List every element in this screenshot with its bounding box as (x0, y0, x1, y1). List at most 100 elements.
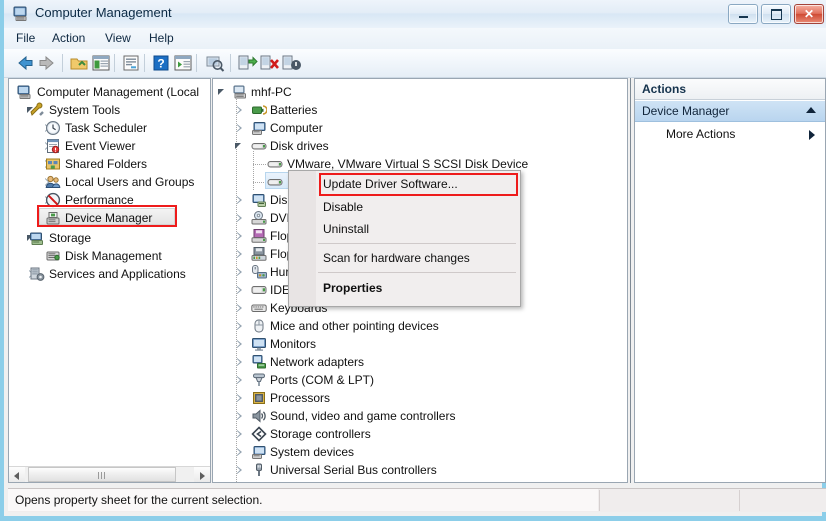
context-menu-item-uninstall[interactable]: Uninstall (316, 219, 520, 240)
chevron-up-icon[interactable] (806, 107, 816, 113)
scroll-right-arrow-icon[interactable] (194, 467, 210, 482)
console-tree-pane[interactable]: Computer Management (Local System Tools … (8, 78, 211, 483)
twisty-collapsed-icon[interactable] (235, 321, 245, 331)
batteries-icon (252, 105, 267, 115)
actions-item-more-actions[interactable]: More Actions (635, 123, 825, 145)
tree-label: Storage controllers (270, 427, 371, 441)
device-manager-tree-pane[interactable]: mhf-PC Batteries Computer Disk drives VM… (212, 78, 628, 483)
mouse-icon (254, 319, 264, 333)
tree-label: Network adapters (270, 355, 365, 369)
tree-label: System devices (270, 445, 355, 459)
twisty-collapsed-icon[interactable] (235, 411, 245, 421)
storage-icon (30, 232, 43, 245)
context-menu-separator (318, 243, 516, 244)
menu-gutter (289, 171, 316, 306)
tree-label: Disk drives (270, 139, 329, 153)
computer-management-window: Computer Management ✕ File Action View H… (0, 0, 826, 521)
twisty-collapsed-icon[interactable] (235, 357, 245, 367)
services-icon (30, 267, 45, 281)
twisty-collapsed-icon[interactable] (235, 303, 245, 313)
show-console-tree-icon[interactable] (90, 52, 112, 74)
status-message: Opens property sheet for the current sel… (8, 489, 598, 511)
uninstall-device-icon[interactable] (258, 52, 280, 74)
dvd-cd-rom-icon (251, 211, 267, 225)
menu-action[interactable]: Action (46, 31, 91, 46)
svg-text:?: ? (157, 57, 164, 71)
twisty-collapsed-icon[interactable] (235, 267, 245, 277)
toolbar-separator-2 (114, 54, 115, 72)
twisty-expanded-icon[interactable] (235, 141, 245, 151)
status-segment-3 (739, 490, 826, 511)
tree-label: Services and Applications (49, 267, 186, 281)
computer-icon (233, 85, 246, 99)
disable-device-icon[interactable] (280, 52, 302, 74)
twisty-collapsed-icon[interactable] (235, 393, 245, 403)
toolbar-separator-3 (144, 54, 145, 72)
users-icon (45, 175, 61, 188)
event-viewer-icon (47, 139, 60, 154)
chevron-right-icon[interactable] (809, 130, 815, 140)
status-segment-2 (599, 490, 740, 511)
menu-help[interactable]: Help (143, 31, 180, 46)
tree-label: Device Manager (65, 211, 153, 225)
actions-group-device-manager[interactable]: Device Manager (635, 101, 825, 122)
twisty-collapsed-icon[interactable] (235, 465, 245, 475)
update-driver-software-icon[interactable] (236, 52, 258, 74)
up-one-level-icon[interactable] (68, 52, 90, 74)
twisty-collapsed-icon[interactable] (235, 123, 245, 133)
toolbar: ? (4, 49, 826, 78)
console-tree-horizontal-scrollbar[interactable] (9, 466, 210, 482)
forward-icon[interactable] (36, 52, 58, 74)
disk-management-icon (46, 251, 60, 261)
disk-drive-icon (267, 179, 283, 186)
clock-icon (45, 120, 61, 136)
twisty-expanded-icon[interactable] (218, 87, 228, 97)
tree-label: Disk Management (65, 249, 162, 263)
shared-folders-icon (46, 158, 60, 170)
system-devices-icon (252, 446, 266, 459)
twisty-collapsed-icon[interactable] (235, 285, 245, 295)
processor-icon (253, 392, 265, 404)
scan-for-hardware-changes-icon[interactable] (204, 52, 226, 74)
twisty-collapsed-icon[interactable] (235, 231, 245, 241)
storage-controller-icon (251, 426, 267, 442)
keyboard-icon (251, 304, 267, 312)
twisty-collapsed-icon[interactable] (235, 213, 245, 223)
twisty-collapsed-icon[interactable] (235, 249, 245, 259)
context-menu-item-update-driver-software[interactable]: Update Driver Software... (316, 174, 520, 195)
tree-label: mhf-PC (251, 85, 292, 99)
context-menu-item-scan-for-hardware-changes[interactable]: Scan for hardware changes (316, 248, 520, 269)
actions-pane[interactable]: Actions Device Manager More Actions (634, 78, 826, 483)
toolbar-separator-5 (230, 54, 231, 72)
twisty-collapsed-icon[interactable] (235, 447, 245, 457)
tree-label: Task Scheduler (65, 121, 148, 135)
device-context-menu[interactable]: Update Driver Software... Disable Uninst… (288, 170, 521, 307)
twisty-collapsed-icon[interactable] (235, 429, 245, 439)
context-menu-separator-2 (318, 272, 516, 273)
twisty-collapsed-icon[interactable] (235, 105, 245, 115)
back-icon[interactable] (14, 52, 36, 74)
tree-connector (253, 151, 254, 191)
status-bar: Opens property sheet for the current sel… (8, 488, 826, 512)
maximize-button[interactable] (761, 4, 791, 24)
context-menu-item-properties[interactable]: Properties (316, 278, 520, 299)
close-button[interactable]: ✕ (794, 4, 824, 24)
help-icon[interactable]: ? (150, 52, 172, 74)
twisty-collapsed-icon[interactable] (235, 339, 245, 349)
context-menu-item-disable[interactable]: Disable (316, 197, 520, 218)
minimize-button[interactable] (728, 4, 758, 24)
computer-node-icon (252, 122, 266, 135)
twisty-collapsed-icon[interactable] (235, 375, 245, 385)
scroll-left-arrow-icon[interactable] (9, 467, 25, 482)
menu-view[interactable]: View (99, 31, 137, 46)
scrollbar-thumb[interactable] (28, 467, 176, 482)
twisty-collapsed-icon[interactable] (235, 195, 245, 205)
properties-icon[interactable] (120, 52, 142, 74)
floppy-controller-icon (251, 247, 267, 261)
show-action-pane-icon[interactable] (172, 52, 194, 74)
pane-splitter[interactable] (629, 78, 633, 483)
actions-item-label: More Actions (666, 127, 736, 141)
actions-header: Actions (635, 79, 825, 100)
menu-file[interactable]: File (10, 31, 41, 46)
tree-label: Sound, video and game controllers (270, 409, 456, 423)
